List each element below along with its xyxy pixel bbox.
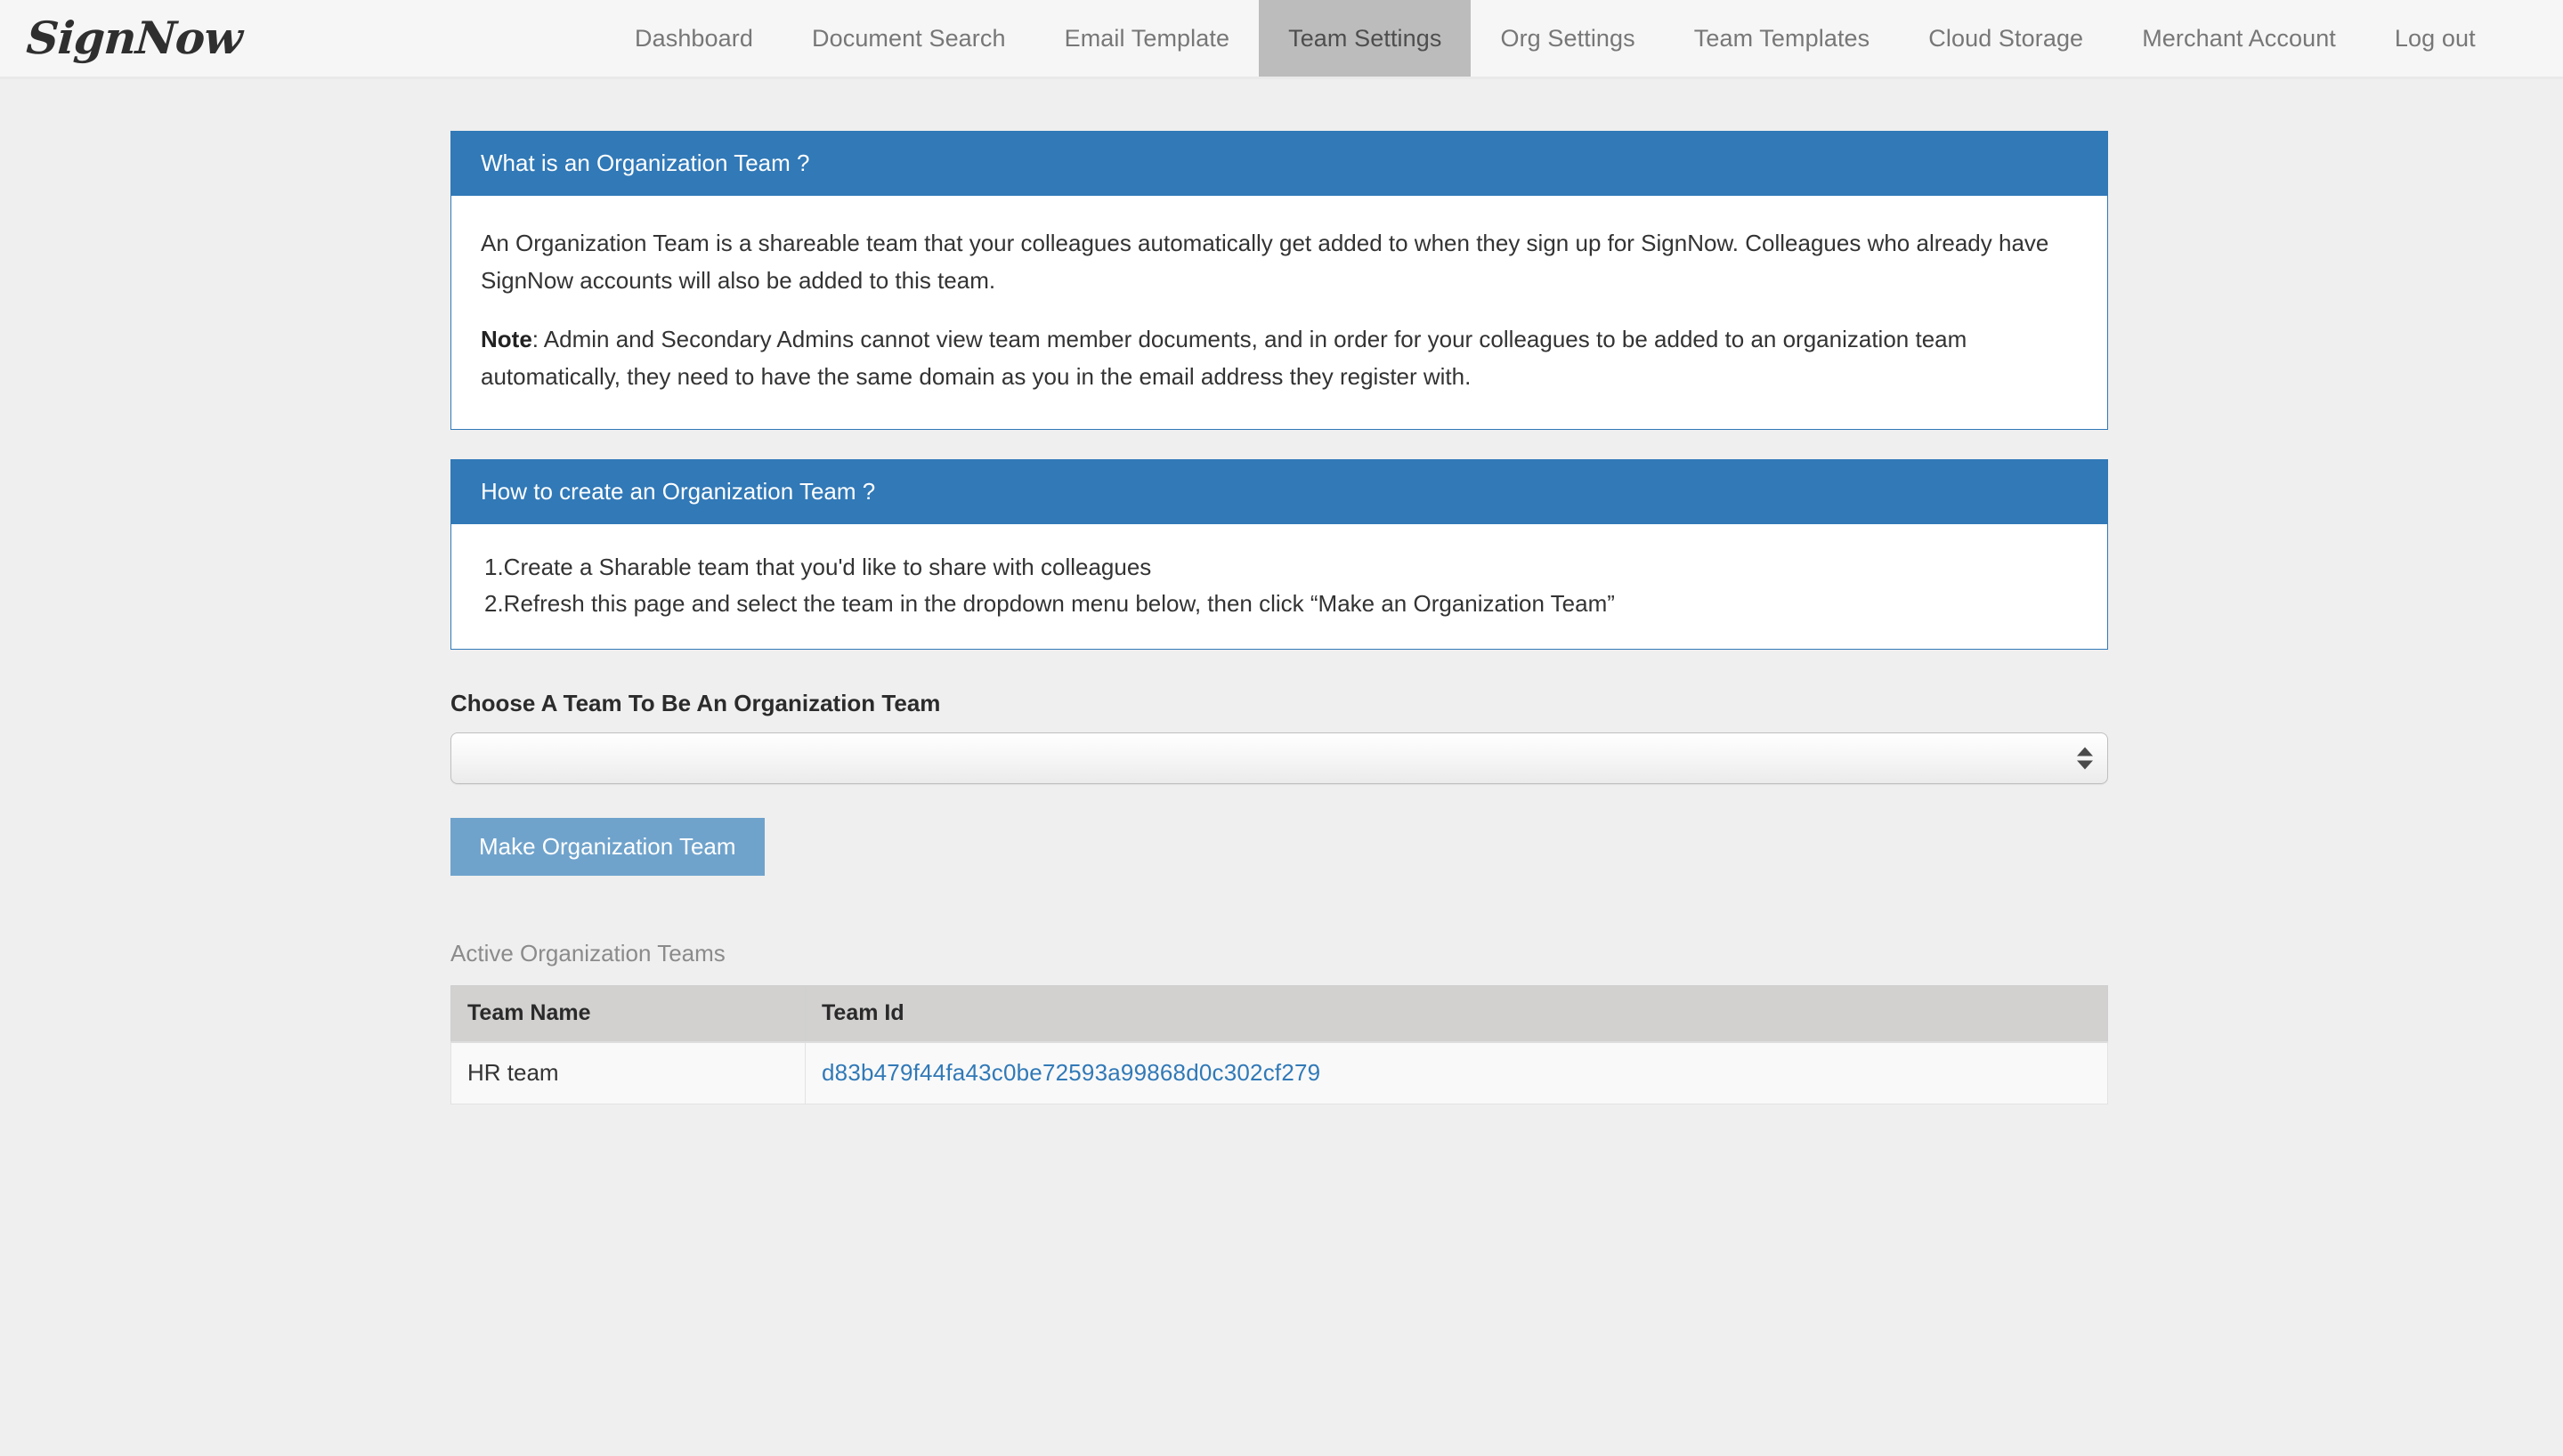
table-head: Team Name Team Id — [451, 985, 2108, 1042]
active-organization-teams-caption: Active Organization Teams — [450, 940, 2108, 967]
page-content: What is an Organization Team ? An Organi… — [0, 79, 2563, 1104]
how-to-step-2: 2.Refresh this page and select the team … — [484, 586, 2078, 622]
how-to-steps-list: 1.Create a Sharable team that you'd like… — [484, 549, 2078, 622]
top-navigation-bar: SignNow Dashboard Document Search Email … — [0, 0, 2563, 79]
make-organization-team-button[interactable]: Make Organization Team — [450, 818, 765, 876]
nav-item-org-settings[interactable]: Org Settings — [1471, 0, 1664, 77]
table-body: HR team d83b479f44fa43c0be72593a99868d0c… — [451, 1042, 2108, 1104]
nav-item-document-search[interactable]: Document Search — [783, 0, 1035, 77]
signnow-logo: SignNow — [25, 16, 243, 61]
panel-heading-what-is: What is an Organization Team ? — [451, 132, 2107, 196]
table-header-row: Team Name Team Id — [451, 985, 2108, 1042]
primary-nav: Dashboard Document Search Email Template… — [605, 0, 2563, 77]
nav-item-team-templates[interactable]: Team Templates — [1665, 0, 1900, 77]
choose-team-select-wrapper — [450, 732, 2108, 784]
panel-heading-how-to: How to create an Organization Team ? — [451, 460, 2107, 524]
nav-item-team-settings[interactable]: Team Settings — [1259, 0, 1471, 77]
panel-what-is-organization-team: What is an Organization Team ? An Organi… — [450, 131, 2108, 430]
column-header-team-name: Team Name — [451, 985, 806, 1042]
active-organization-teams-table: Team Name Team Id HR team d83b479f44fa43… — [450, 985, 2108, 1104]
nav-item-email-template[interactable]: Email Template — [1035, 0, 1259, 77]
brand-logo-link[interactable]: SignNow — [0, 0, 605, 77]
nav-item-dashboard[interactable]: Dashboard — [605, 0, 783, 77]
panel-body-what-is: An Organization Team is a shareable team… — [451, 196, 2107, 429]
panel-how-to-create-organization-team: How to create an Organization Team ? 1.C… — [450, 459, 2108, 650]
cell-team-name: HR team — [451, 1042, 806, 1104]
note-label: Note — [481, 326, 532, 352]
column-header-team-id: Team Id — [806, 985, 2108, 1042]
table-row: HR team d83b479f44fa43c0be72593a99868d0c… — [451, 1042, 2108, 1104]
nav-item-log-out[interactable]: Log out — [2365, 0, 2505, 77]
choose-team-label: Choose A Team To Be An Organization Team — [450, 690, 2108, 717]
nav-item-merchant-account[interactable]: Merchant Account — [2113, 0, 2365, 77]
content-container: What is an Organization Team ? An Organi… — [450, 131, 2108, 1104]
team-id-link[interactable]: d83b479f44fa43c0be72593a99868d0c302cf279 — [822, 1059, 1320, 1086]
note-text: : Admin and Secondary Admins cannot view… — [481, 326, 1967, 390]
nav-item-cloud-storage[interactable]: Cloud Storage — [1899, 0, 2113, 77]
choose-team-select[interactable] — [450, 732, 2108, 784]
what-is-paragraph: An Organization Team is a shareable team… — [481, 224, 2078, 299]
what-is-note-paragraph: Note: Admin and Secondary Admins cannot … — [481, 320, 2078, 395]
how-to-step-1: 1.Create a Sharable team that you'd like… — [484, 549, 2078, 586]
cell-team-id: d83b479f44fa43c0be72593a99868d0c302cf279 — [806, 1042, 2108, 1104]
panel-body-how-to: 1.Create a Sharable team that you'd like… — [451, 524, 2107, 649]
